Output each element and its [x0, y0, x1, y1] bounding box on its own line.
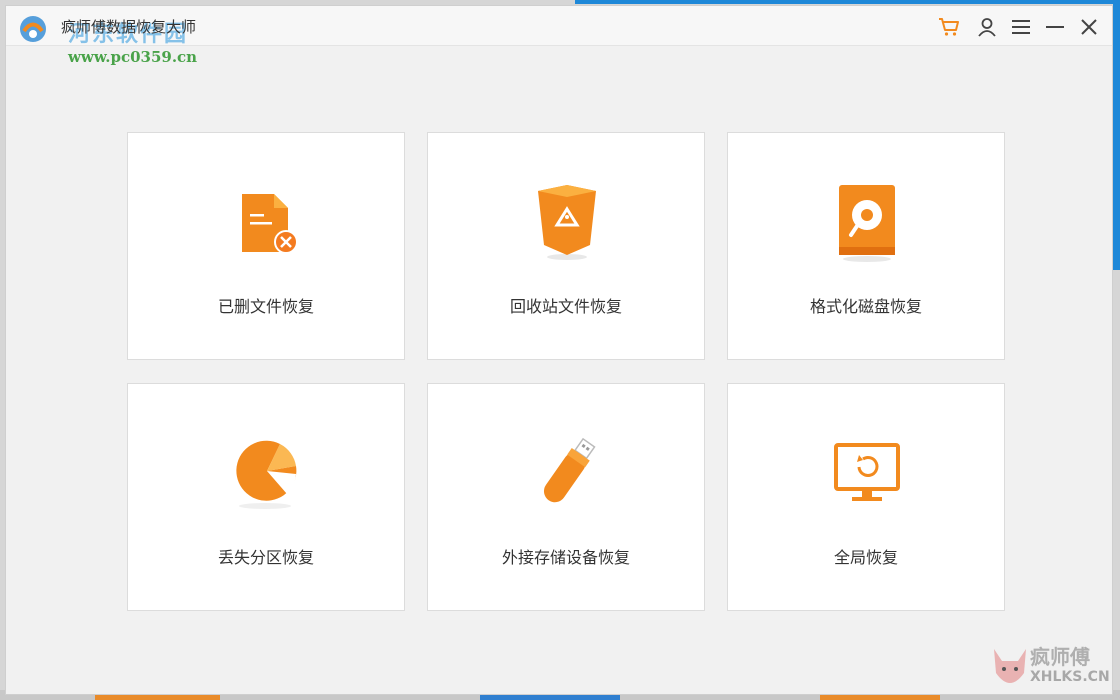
card-label: 格式化磁盘恢复 [809, 297, 922, 316]
card-formatted-disk-recovery[interactable]: 格式化磁盘恢复 [727, 132, 1005, 360]
menu-button[interactable] [1008, 14, 1034, 40]
deleted-file-icon [228, 181, 306, 265]
card-label: 全局恢复 [833, 548, 898, 567]
full-recovery-icon [828, 432, 906, 516]
card-label: 回收站文件恢复 [509, 297, 622, 316]
fox-logo-icon [994, 649, 1026, 683]
menu-icon [1012, 20, 1030, 34]
user-button[interactable] [974, 14, 1000, 40]
card-label: 外接存储设备恢复 [501, 548, 630, 567]
lost-partition-icon [228, 432, 306, 516]
desktop-background-strip [575, 0, 1120, 4]
formatted-disk-icon [828, 181, 906, 265]
minimize-button[interactable] [1042, 14, 1068, 40]
card-external-storage-recovery[interactable]: 外接存储设备恢复 [427, 383, 705, 611]
user-icon [978, 18, 996, 37]
corner-watermark-line1: 疯师傅 [1030, 645, 1090, 669]
card-deleted-file-recovery[interactable]: 已删文件恢复 [127, 132, 405, 360]
corner-watermark: 疯师傅 XHLKS.CN [990, 641, 1110, 696]
usb-drive-icon [528, 432, 606, 516]
watermark-site: www.pc0359.cn [68, 48, 198, 66]
card-full-recovery[interactable]: 全局恢复 [727, 383, 1005, 611]
window-title: 疯师傅数据恢复大师 [61, 18, 197, 36]
app-window: 河东软件园 疯师傅数据恢复大师 www.pc0359.cn 已删文件恢复 回收站… [5, 5, 1113, 695]
close-icon [1081, 19, 1097, 35]
card-recycle-bin-recovery[interactable]: 回收站文件恢复 [427, 132, 705, 360]
cart-icon [939, 18, 959, 36]
card-label: 丢失分区恢复 [217, 548, 314, 567]
title-bar[interactable]: 河东软件园 疯师傅数据恢复大师 [6, 6, 1112, 47]
close-button[interactable] [1076, 14, 1102, 40]
card-lost-partition-recovery[interactable]: 丢失分区恢复 [127, 383, 405, 611]
card-label: 已删文件恢复 [217, 297, 314, 316]
minimize-icon [1046, 26, 1064, 28]
app-logo-icon [18, 14, 48, 44]
corner-watermark-line2: XHLKS.CN [1030, 669, 1110, 685]
cart-button[interactable] [936, 14, 962, 40]
recycle-bin-icon [528, 181, 606, 265]
desktop-background-bar [1113, 0, 1120, 270]
